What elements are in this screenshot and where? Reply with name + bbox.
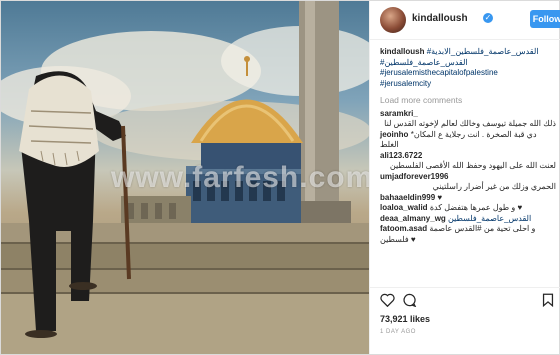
comment-text: الحمري وزلك من غير أضرار راسلتيني: [432, 182, 556, 191]
bookmark-icon[interactable]: [542, 293, 554, 312]
comment-row: loaloa_walid و طول عمرها هتفضل كدة ♥: [380, 203, 556, 214]
comment-text: ♥: [437, 192, 443, 202]
comment-username[interactable]: ali123.6722: [380, 151, 422, 160]
comment-text: و طول عمرها هتفضل كدة ♥: [429, 203, 523, 212]
heart-icon[interactable]: [380, 293, 395, 312]
post-actions: [380, 293, 556, 309]
comment-username[interactable]: bahaaeldin999: [380, 193, 435, 202]
caption: kindalloush #القدس_عاصمة_فلسطين_الابدية …: [380, 47, 556, 89]
comment-row: ali123.6722 لعنت الله على اليهود وحفظ ال…: [380, 151, 556, 172]
comment-username[interactable]: umjadforever1996: [380, 172, 448, 181]
comment-row: saramkri_ ذلك الله جميلة تيوسف وخالك لعا…: [380, 109, 556, 130]
post-photo[interactable]: www.farfesh.com: [1, 1, 369, 354]
follow-button[interactable]: Follow: [530, 10, 560, 28]
post-timestamp: 1 DAY AGO: [380, 329, 416, 335]
comment-username[interactable]: fatoom.asad: [380, 224, 427, 233]
hashtag-link[interactable]: #jerusalemisthecapitalofpalestine: [380, 68, 498, 77]
comments-list: kindalloush #القدس_عاصمة_فلسطين_الابدية …: [380, 47, 556, 245]
likes-count[interactable]: 73,921 likes: [380, 314, 430, 324]
comment-row: umjadforever1996 الحمري وزلك من غير أضرا…: [380, 172, 556, 193]
post-header: kindalloush ✓ Follow: [370, 1, 560, 40]
hashtag-link[interactable]: #القدس_عاصمة_فلسطين: [380, 58, 468, 67]
comment-text[interactable]: القدس_عاصمة_فلسطين: [448, 214, 531, 223]
watermark-text: www.farfesh.com: [111, 161, 369, 194]
post-sidebar: kindalloush ✓ Follow kindalloush #القدس_…: [369, 1, 560, 354]
username-link[interactable]: kindalloush: [412, 13, 468, 24]
comment-username[interactable]: loaloa_walid: [380, 203, 428, 212]
avatar[interactable]: [380, 7, 406, 33]
comment-username[interactable]: deaa_almany_wg: [380, 214, 446, 223]
comment-text: لعنت الله على اليهود وحفظ الله الأقصى ال…: [389, 161, 556, 170]
divider: [370, 287, 560, 288]
comment-text: ذلك الله جميلة تيوسف وخالك لعالم لإخوته …: [384, 119, 556, 128]
hashtag-link[interactable]: #jerusalemcity: [380, 79, 431, 88]
comment-row: deaa_almany_wg القدس_عاصمة_فلسطين: [380, 214, 556, 225]
caption-username[interactable]: kindalloush: [380, 47, 424, 56]
comment-username[interactable]: jeoinho: [380, 130, 408, 139]
comment-row: bahaaeldin999 ♥: [380, 193, 556, 204]
comment-icon[interactable]: [402, 293, 417, 312]
verified-icon: ✓: [483, 13, 493, 23]
comment-row: fatoom.asad و احلى تحية من #القدس عاصمة …: [380, 224, 556, 245]
comment-row: jeoinho *دي قبة الصخرة . انت رجلاية ع ال…: [380, 130, 556, 151]
load-more-comments-link[interactable]: Load more comments: [380, 95, 556, 106]
instagram-post: www.farfesh.com kindalloush ✓ Follow kin…: [0, 0, 560, 355]
hashtag-link[interactable]: #القدس_عاصمة_فلسطين_الابدية: [427, 47, 539, 56]
comment-username[interactable]: saramkri_: [380, 109, 418, 118]
